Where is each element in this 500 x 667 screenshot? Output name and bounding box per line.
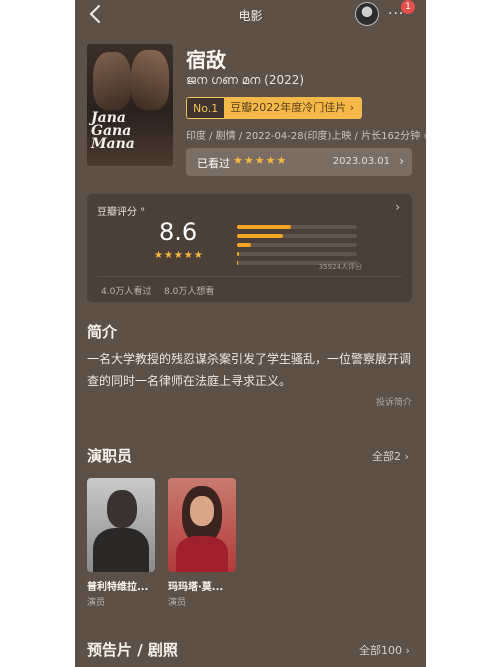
cast-name: 普利特维拉... (87, 582, 149, 593)
cast-card[interactable]: 普利特维拉... 演员 (87, 478, 155, 608)
trailers-heading: 预告片 / 剧照 (87, 641, 178, 659)
divider (97, 276, 402, 277)
photo-head (107, 490, 137, 528)
seen-status-bar[interactable]: 已看过 ★★★★★ 2023.03.01 › (186, 148, 412, 176)
cast-photo (168, 478, 236, 572)
watched-count[interactable]: 4.0万人看过 (101, 284, 151, 297)
wanted-count[interactable]: 8.0万人想看 (164, 284, 214, 297)
movie-poster[interactable]: Jana Gana Mana (87, 44, 173, 166)
vote-count: 35924人评分 (318, 263, 362, 271)
cast-role: 演员 (87, 598, 106, 608)
my-rating-stars: ★★★★★ (233, 154, 288, 167)
rating-bar-fill (237, 225, 291, 229)
user-avatar[interactable] (355, 2, 379, 26)
rank-label: 豆瓣2022年度冷门佳片 › (224, 97, 363, 119)
top-bar: 电影 ··· 1 (75, 0, 426, 30)
annual-rank-tag[interactable]: No.1 豆瓣2022年度冷门佳片 › (186, 97, 363, 119)
seen-date: 2023.03.01 (332, 156, 390, 167)
rating-score: 8.6 (159, 218, 198, 246)
cast-all-link[interactable]: 全部2 › (372, 448, 409, 464)
chevron-right-icon: › (395, 200, 400, 214)
rating-heading: 豆瓣评分 ° (97, 207, 146, 218)
original-title: ജന ഗണ മന (2022) (186, 73, 305, 87)
seen-label: 已看过 (197, 157, 230, 170)
trailers-all-link[interactable]: 全部100 › (359, 642, 410, 658)
cast-heading: 演职员 (87, 447, 133, 465)
rating-card[interactable]: 豆瓣评分 ° › 8.6 ★★★★★ ★★★★★★★★★★★★★★★ 35924… (87, 194, 412, 302)
cast-card[interactable]: 玛玛塔·莫... 演员 (168, 478, 236, 608)
rank-number: No.1 (186, 97, 225, 119)
rating-stars: ★★★★★ (154, 250, 204, 261)
rating-bar-track (237, 243, 357, 247)
rating-bar-track (237, 225, 357, 229)
movie-detail-screen: 电影 ··· 1 Jana Gana Mana 宿敌 ജന ഗണ മന (202… (75, 0, 426, 667)
poster-title-text: Jana Gana Mana (91, 110, 135, 152)
poster-figure-right (131, 50, 169, 110)
cast-name: 玛玛塔·莫... (168, 582, 224, 593)
movie-meta[interactable]: 印度 / 剧情 / 2022-04-28(印度)上映 / 片长162分钟 › (186, 127, 426, 142)
poster-figure-left (93, 52, 131, 110)
rating-bar-fill (237, 261, 239, 265)
rating-bar-track (237, 234, 357, 238)
photo-face (190, 496, 214, 526)
chevron-right-icon: › (399, 154, 404, 168)
rating-bar-fill (237, 234, 283, 238)
rating-bar-track (237, 252, 357, 256)
cast-role: 演员 (168, 598, 187, 608)
photo-body (176, 536, 228, 572)
rating-bar-fill (237, 252, 240, 256)
photo-body (93, 528, 149, 572)
rating-bar-fill (237, 243, 252, 247)
movie-title: 宿敌 (186, 48, 226, 72)
notification-badge: 1 (401, 0, 415, 14)
cast-photo (87, 478, 155, 572)
complain-link[interactable]: 投诉简介 (376, 395, 412, 408)
intro-text: 一名大学教授的残忍谋杀案引发了学生骚乱，一位警察展开调查的同时一名律师在法庭上寻… (87, 352, 412, 388)
intro-heading: 简介 (87, 323, 118, 341)
